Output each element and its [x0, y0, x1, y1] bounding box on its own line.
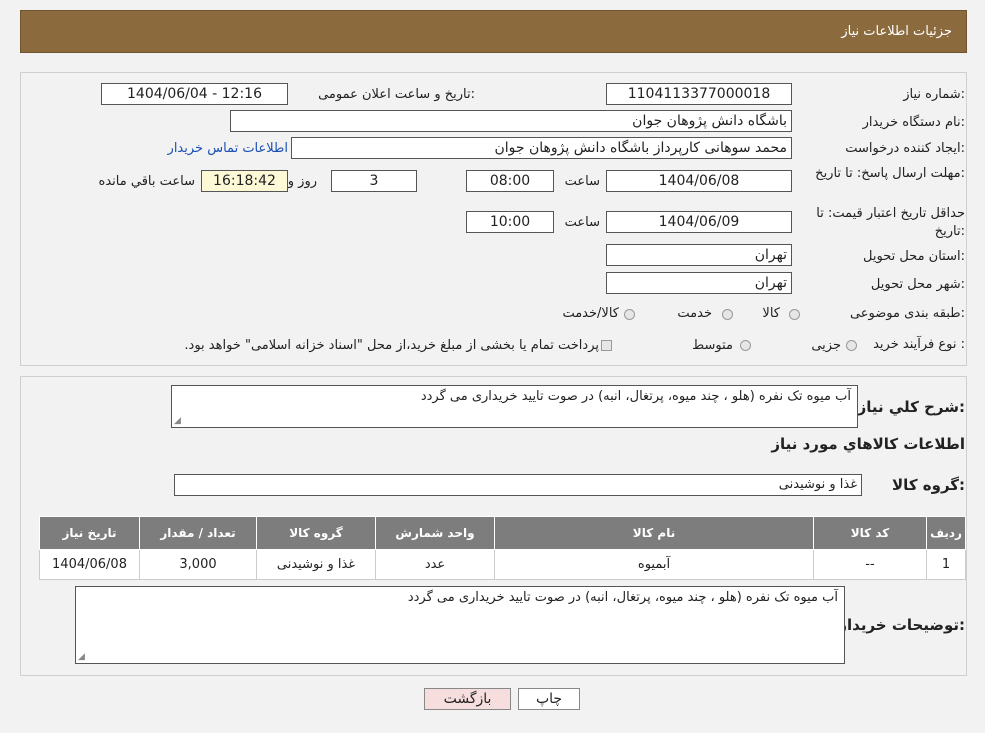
process-minor-radio[interactable]: [846, 340, 857, 351]
validity-label: حداقل تاریخ اعتبار قیمت: تا تاریخ:: [816, 206, 965, 239]
buyer-contact-link[interactable]: اطلاعات تماس خریدار: [168, 140, 288, 158]
cell-name: آبمیوه: [494, 549, 814, 580]
col-code: کد کالا: [813, 516, 927, 550]
category-goods-service-label: کالا/خدمت: [562, 306, 619, 321]
need-number-field[interactable]: 1104113377000018: [606, 83, 792, 105]
category-goods-radio[interactable]: [789, 309, 800, 320]
need-number-label: شماره نیاز:: [903, 87, 965, 102]
goods-group-label: گروه کالا:: [892, 476, 965, 494]
deadline-time-label: ساعت: [564, 174, 600, 189]
province-field[interactable]: تهران: [606, 244, 792, 266]
cell-quantity: 3,000: [139, 549, 257, 580]
cell-unit: عدد: [375, 549, 495, 580]
goods-group-field[interactable]: غذا و نوشیدنی: [174, 474, 862, 496]
requester-field[interactable]: محمد سوهانی کارپرداز باشگاه دانش پژوهان …: [291, 137, 792, 159]
category-goods-label: کالا: [762, 306, 780, 321]
buyer-notes-label: توضیحات خریدار:: [838, 616, 965, 634]
summary-text: آب میوه تک نفره (هلو ، چند میوه، پرتغال،…: [420, 389, 851, 404]
cell-row: 1: [926, 549, 966, 580]
col-name: نام کالا: [494, 516, 814, 550]
remaining-time-field: 16:18:42: [201, 170, 288, 192]
process-note-checkbox[interactable]: [601, 340, 612, 351]
col-row: رديف: [926, 516, 966, 550]
validity-time-label: ساعت: [564, 215, 600, 230]
days-label: روز و: [287, 174, 317, 189]
cell-code: --: [813, 549, 927, 580]
province-label: استان محل تحویل:: [863, 249, 965, 264]
back-button[interactable]: بازگشت: [424, 688, 511, 710]
table-row: 1 -- آبمیوه عدد غذا و نوشیدنی 3,000 1404…: [39, 549, 966, 580]
resize-grip-icon[interactable]: ◢: [78, 652, 85, 662]
category-goods-service-radio[interactable]: [624, 309, 635, 320]
process-medium-radio[interactable]: [740, 340, 751, 351]
process-minor-label: جزیی: [811, 338, 841, 353]
announce-field[interactable]: 1404/06/04 - 12:16: [101, 83, 288, 105]
summary-textarea[interactable]: آب میوه تک نفره (هلو ، چند میوه، پرتغال،…: [171, 385, 858, 428]
cell-need-date: 1404/06/08: [39, 549, 140, 580]
deadline-label: مهلت ارسال پاسخ: تا تاریخ:: [815, 166, 965, 181]
category-label: طبقه بندی موضوعی:: [849, 306, 965, 321]
buyer-notes-textarea[interactable]: آب میوه تک نفره (هلو ، چند میوه، پرتغال،…: [75, 586, 845, 664]
buyer-org-label: نام دستگاه خریدار:: [862, 115, 965, 130]
print-button[interactable]: چاپ: [518, 688, 580, 710]
process-label: نوع فرآیند خرید :: [873, 337, 965, 352]
cell-group: غذا و نوشیدنی: [256, 549, 376, 580]
city-field[interactable]: تهران: [606, 272, 792, 294]
city-label: شهر محل تحویل:: [870, 277, 965, 292]
requester-label: ایجاد کننده درخواست:: [845, 141, 965, 156]
buyer-org-field[interactable]: باشگاه دانش پژوهان جوان: [230, 110, 792, 132]
goods-section-title: اطلاعات کالاهاي مورد نياز: [771, 435, 965, 453]
deadline-date-field[interactable]: 1404/06/08: [606, 170, 792, 192]
col-need-date: تاريخ نياز: [39, 516, 140, 550]
col-unit: واحد شمارش: [375, 516, 495, 550]
goods-table-header: رديف کد کالا نام کالا واحد شمارش گروه کا…: [39, 516, 966, 550]
category-service-radio[interactable]: [722, 309, 733, 320]
process-note: پرداخت تمام یا بخشی از مبلغ خرید،از محل …: [184, 338, 599, 353]
announce-label: تاریخ و ساعت اعلان عمومی:: [318, 87, 475, 102]
goods-table: رديف کد کالا نام کالا واحد شمارش گروه کا…: [39, 516, 966, 580]
category-service-label: خدمت: [677, 306, 712, 321]
deadline-time-field[interactable]: 08:00: [466, 170, 554, 192]
col-quantity: تعداد / مقدار: [139, 516, 257, 550]
buyer-notes-text: آب میوه تک نفره (هلو ، چند میوه، پرتغال،…: [407, 590, 838, 605]
validity-date-field[interactable]: 1404/06/09: [606, 211, 792, 233]
page-header: جزئیات اطلاعات نیاز: [20, 10, 967, 53]
validity-time-field[interactable]: 10:00: [466, 211, 554, 233]
summary-title: شرح کلي نياز:: [857, 398, 965, 416]
remaining-time-label: ساعت باقي مانده: [98, 174, 195, 189]
resize-grip-icon[interactable]: ◢: [174, 416, 181, 426]
days-field[interactable]: 3: [331, 170, 417, 192]
col-group: گروه کالا: [256, 516, 376, 550]
process-medium-label: متوسط: [692, 338, 733, 353]
page-title: جزئیات اطلاعات نیاز: [841, 24, 952, 39]
